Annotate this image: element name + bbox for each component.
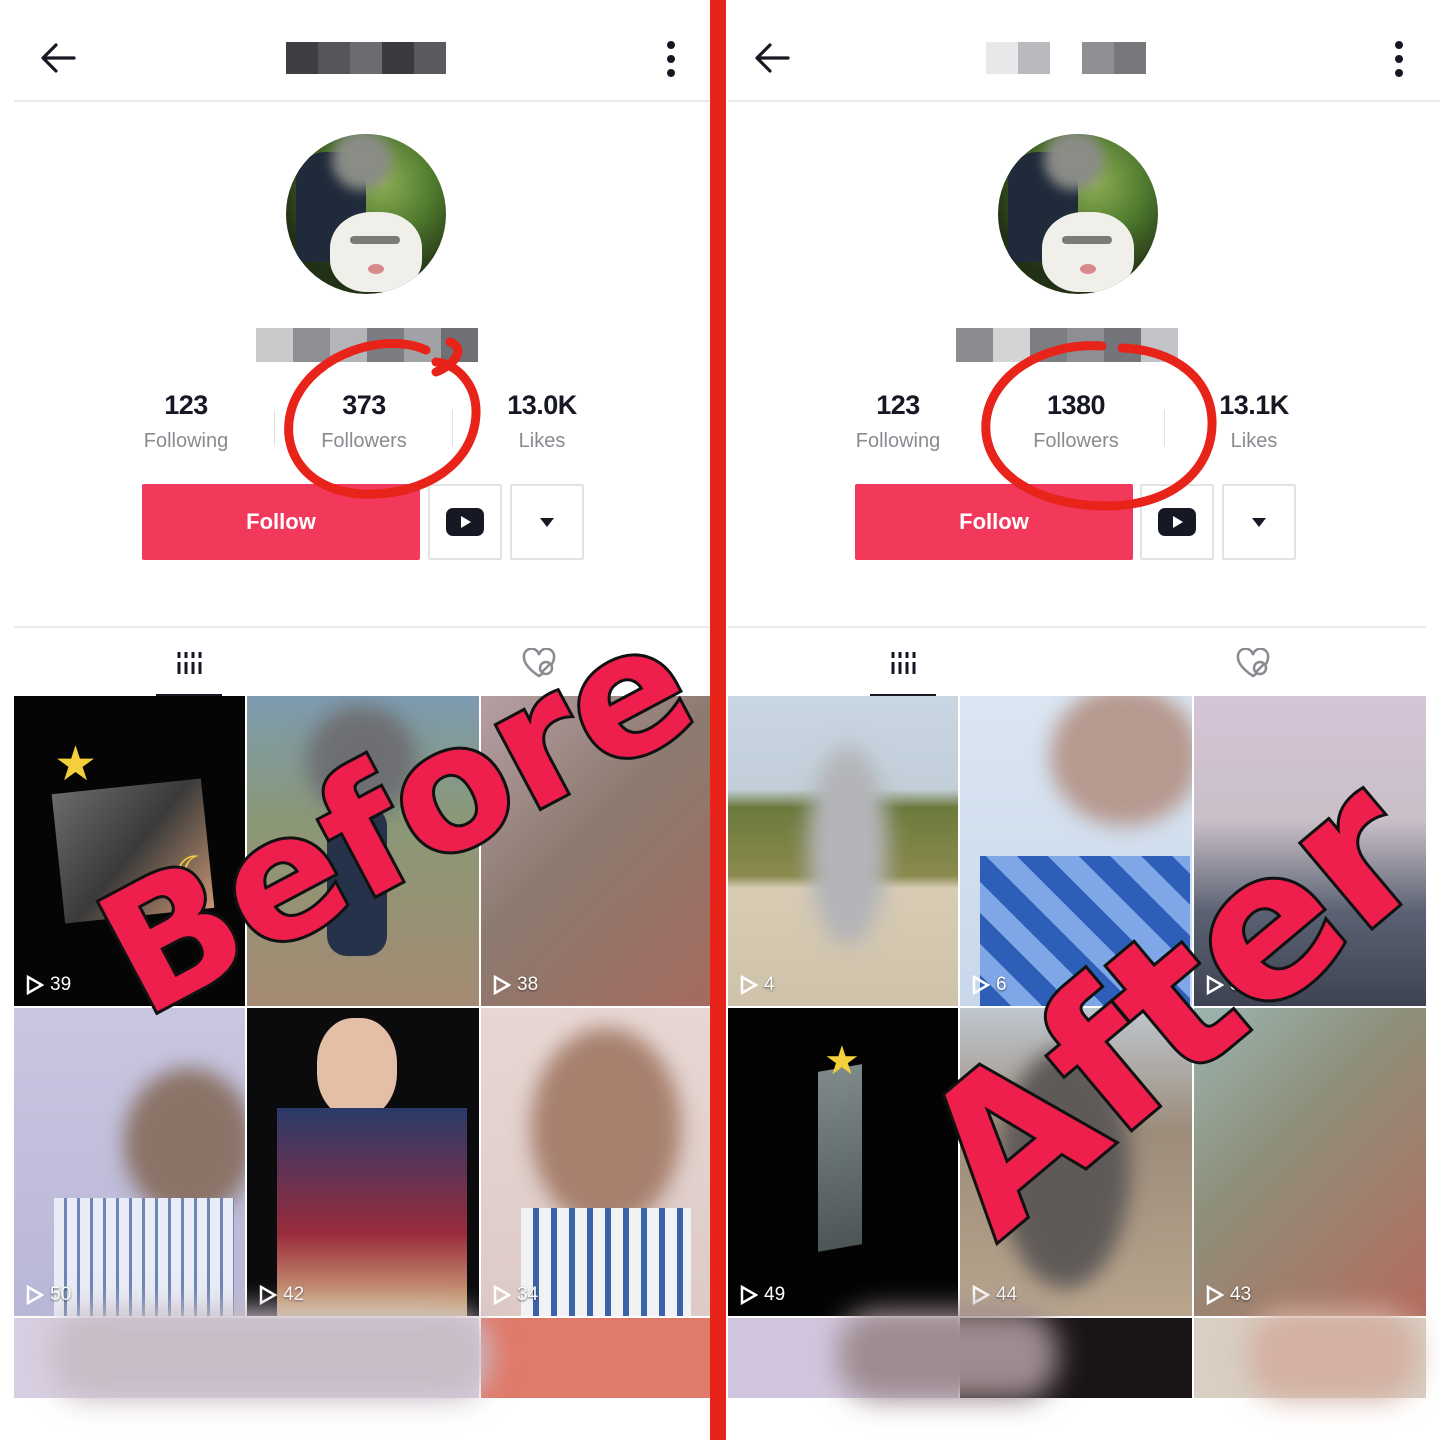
liked-heart-icon <box>1236 648 1270 678</box>
tab-liked[interactable] <box>1228 628 1278 698</box>
stat-divider <box>986 410 987 446</box>
after-profile-panel: 123 Following 1380 Followers 13.1K Likes… <box>728 0 1440 1440</box>
stat-divider <box>452 410 453 446</box>
censored-region <box>1248 1310 1418 1400</box>
play-icon <box>972 1285 990 1305</box>
suggested-accounts-button[interactable] <box>510 484 584 560</box>
profile-header <box>728 14 1440 102</box>
more-vertical-icon[interactable] <box>666 40 676 78</box>
view-count: 43 <box>1206 1284 1251 1306</box>
video-thumbnail[interactable] <box>481 1318 712 1398</box>
followers-count: 373 <box>342 390 386 420</box>
followers-stat[interactable]: 373 Followers <box>284 390 444 453</box>
video-thumbnail[interactable]: 34 <box>481 1008 712 1316</box>
follow-button[interactable]: Follow <box>855 484 1133 560</box>
likes-stat: 13.0K Likes <box>462 390 622 453</box>
followers-label: Followers <box>1033 430 1119 452</box>
youtube-link-button[interactable] <box>428 484 502 560</box>
tab-videos[interactable] <box>868 628 938 698</box>
profile-header <box>14 14 712 102</box>
profile-avatar <box>998 134 1158 294</box>
play-icon <box>259 1285 277 1305</box>
display-name-censored <box>256 328 478 362</box>
before-profile-panel: 123 Following 373 Followers 13.0K Likes … <box>0 0 712 1440</box>
profile-tabs <box>728 626 1426 698</box>
play-icon <box>26 1285 44 1305</box>
view-count: 34 <box>493 1284 538 1306</box>
play-icon <box>972 975 990 995</box>
view-count: 42 <box>259 1284 304 1306</box>
play-icon <box>1206 1285 1224 1305</box>
back-arrow-icon[interactable] <box>40 42 76 74</box>
censored-region <box>50 1310 490 1400</box>
following-stat[interactable]: 123 Following <box>106 390 266 453</box>
more-vertical-icon[interactable] <box>1394 40 1404 78</box>
following-label: Following <box>855 430 941 452</box>
following-label: Following <box>143 430 229 452</box>
display-name-censored <box>956 328 1178 362</box>
following-count: 123 <box>164 390 208 420</box>
comparison-divider <box>710 0 726 1440</box>
play-icon <box>493 1285 511 1305</box>
followers-count: 1380 <box>1046 390 1106 420</box>
play-icon <box>493 975 511 995</box>
censored-region <box>838 1310 1058 1400</box>
video-thumbnail[interactable]: 42 <box>247 1008 479 1316</box>
likes-label: Likes <box>1230 430 1278 452</box>
username-title-censored <box>986 42 1146 74</box>
view-count: 38 <box>493 974 538 996</box>
view-count: 44 <box>972 1284 1017 1306</box>
following-count: 123 <box>876 390 920 420</box>
likes-count: 13.0K <box>507 390 577 420</box>
youtube-icon <box>446 508 484 536</box>
video-thumbnail[interactable]: ★ 49 <box>728 1008 958 1316</box>
dropdown-caret-icon <box>1252 517 1266 527</box>
stat-divider <box>274 410 275 446</box>
view-count: 39 <box>26 974 71 996</box>
view-count: 50 <box>26 1284 71 1306</box>
suggested-accounts-button[interactable] <box>1222 484 1296 560</box>
youtube-icon <box>1158 508 1196 536</box>
dropdown-caret-icon <box>540 517 554 527</box>
followers-stat[interactable]: 1380 Followers <box>996 390 1156 453</box>
profile-avatar <box>286 134 446 294</box>
stat-divider <box>1164 410 1165 446</box>
play-icon <box>740 1285 758 1305</box>
followers-label: Followers <box>321 430 407 452</box>
video-thumbnail[interactable]: 4 <box>728 696 958 1006</box>
play-icon <box>26 975 44 995</box>
youtube-link-button[interactable] <box>1140 484 1214 560</box>
videos-grid-icon <box>177 652 202 674</box>
video-thumbnail[interactable]: 50 <box>14 1008 245 1316</box>
view-count: 49 <box>740 1284 785 1306</box>
videos-grid-icon <box>891 652 916 674</box>
following-stat[interactable]: 123 Following <box>818 390 978 453</box>
likes-stat: 13.1K Likes <box>1174 390 1334 453</box>
view-count: 4 <box>740 974 775 996</box>
username-title-censored <box>286 42 446 74</box>
view-count: 6 <box>972 974 1007 996</box>
likes-count: 13.1K <box>1219 390 1289 420</box>
tab-videos[interactable] <box>154 628 224 698</box>
back-arrow-icon[interactable] <box>754 42 790 74</box>
follow-button[interactable]: Follow <box>142 484 420 560</box>
likes-label: Likes <box>518 430 566 452</box>
play-icon <box>740 975 758 995</box>
